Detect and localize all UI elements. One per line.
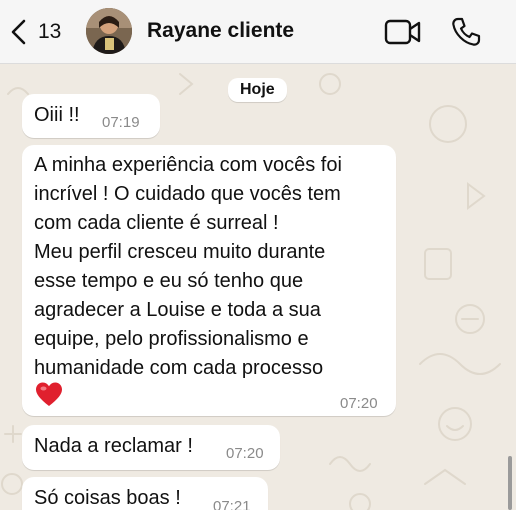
avatar-photo <box>86 8 132 54</box>
avatar[interactable] <box>86 8 132 54</box>
back-button[interactable]: 13 <box>8 14 61 50</box>
unread-count: 13 <box>38 20 62 43</box>
voice-call-button[interactable] <box>450 16 482 48</box>
contact-name[interactable]: Rayane cliente <box>147 19 294 43</box>
message-bubble[interactable]: Só coisas boas ! 07:21 <box>22 477 268 510</box>
message-text: Nada a reclamar ! <box>34 435 193 457</box>
chevron-left-icon <box>11 19 26 45</box>
message-bubble[interactable]: Oiii !! 07:19 <box>22 94 160 138</box>
red-heart-icon <box>36 382 62 406</box>
message-time: 07:20 <box>340 395 378 412</box>
phone-icon <box>452 17 481 46</box>
message-bubble[interactable]: Nada a reclamar ! 07:20 <box>22 425 280 470</box>
video-call-button[interactable] <box>384 18 422 46</box>
video-call-icon <box>384 19 421 45</box>
message-time: 07:21 <box>213 498 251 510</box>
chat-header: 13 Rayane cliente <box>0 0 516 64</box>
date-divider: Hoje <box>228 78 287 102</box>
message-time: 07:19 <box>102 114 140 131</box>
message-bubble[interactable]: A minha experiência com vocês foi incrív… <box>22 145 396 416</box>
message-text: A minha experiência com vocês foi incrív… <box>34 154 342 379</box>
message-text: Oiii !! <box>34 104 80 126</box>
message-time: 07:20 <box>226 445 264 462</box>
scrollbar-thumb[interactable] <box>508 456 512 510</box>
message-list[interactable]: Hoje Oiii !! 07:19 A minha experiência c… <box>0 64 516 510</box>
message-text: Só coisas boas ! <box>34 487 181 509</box>
